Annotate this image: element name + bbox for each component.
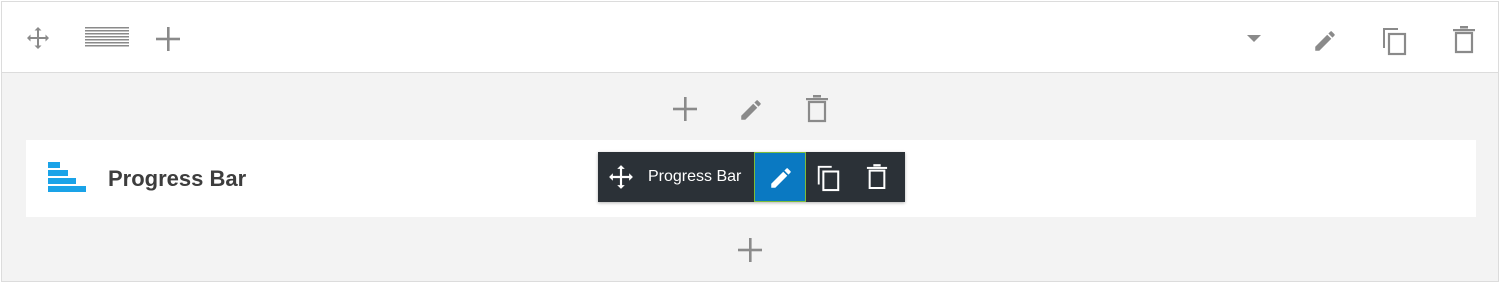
dropdown-arrow-icon[interactable] (1247, 35, 1261, 43)
duplicate-icon[interactable] (1380, 26, 1408, 56)
delete-icon[interactable] (805, 95, 829, 123)
edit-icon (771, 168, 791, 188)
widget-title: Progress Bar (108, 166, 247, 191)
move-icon[interactable] (608, 164, 634, 190)
move-icon[interactable] (26, 26, 50, 50)
delete-icon[interactable] (866, 164, 888, 190)
progress-bar-widget[interactable]: Progress Bar Progress Bar (26, 140, 1476, 217)
widget-toolbar: Progress Bar (598, 152, 905, 202)
section-toolbar (2, 2, 1498, 73)
add-icon[interactable] (737, 237, 763, 263)
page-section: Progress Bar Progress Bar (1, 1, 1499, 282)
add-icon[interactable] (155, 26, 181, 52)
delete-icon[interactable] (1452, 26, 1476, 54)
widget-toolbar-label: Progress Bar (648, 168, 742, 185)
add-icon[interactable] (672, 96, 698, 122)
edit-button[interactable] (754, 152, 806, 202)
duplicate-icon[interactable] (815, 164, 841, 192)
column-layout-icon[interactable] (85, 27, 129, 49)
edit-icon[interactable] (738, 97, 764, 123)
column-controls (2, 74, 1498, 140)
progress-bar-icon (48, 162, 86, 194)
edit-icon[interactable] (1312, 28, 1338, 54)
